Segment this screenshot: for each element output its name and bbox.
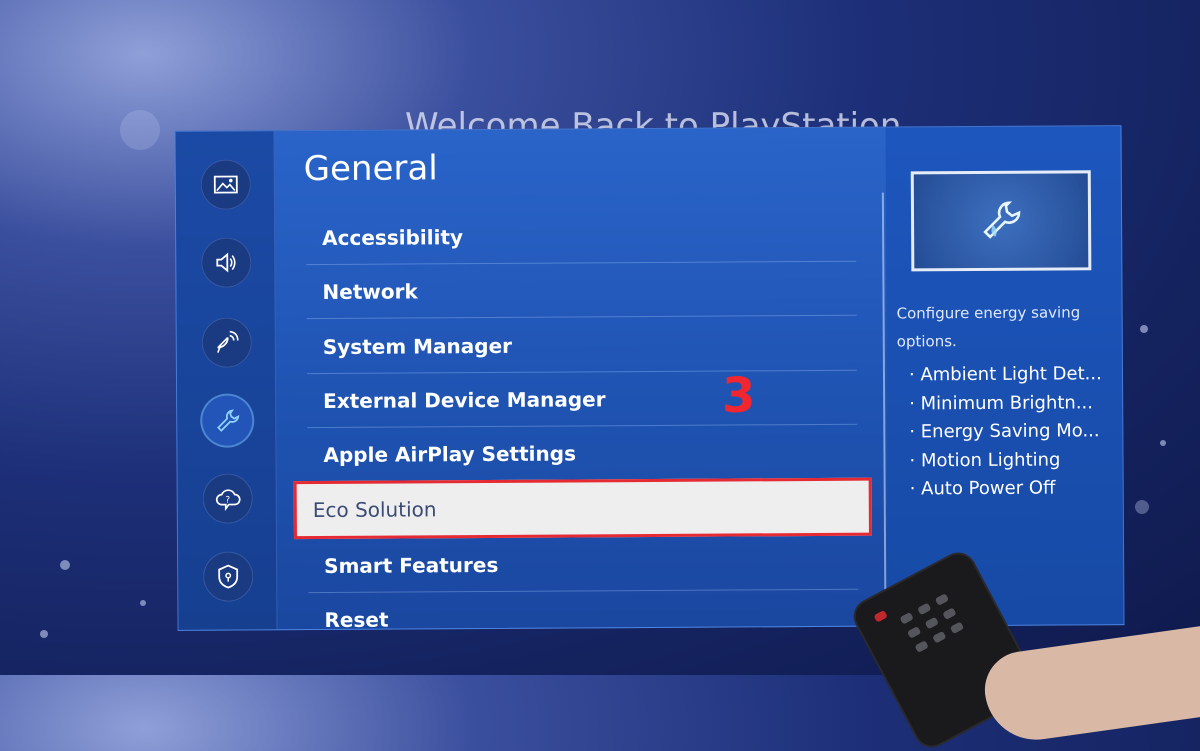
remote-power-button: [873, 610, 887, 623]
detail-option: · Auto Power Off: [910, 474, 1120, 504]
detail-description: Configure energy saving options.: [897, 298, 1112, 355]
menu-title: General: [304, 148, 438, 189]
menu-item-network[interactable]: Network: [306, 262, 856, 319]
remote-button: [942, 607, 956, 620]
sparkle: [1140, 325, 1148, 333]
menu-item-eco-solution[interactable]: Eco Solution: [294, 478, 872, 540]
sidebar-item-sound[interactable]: [201, 237, 251, 287]
menu-item-smart-features[interactable]: Smart Features: [308, 536, 858, 593]
sparkle: [40, 630, 48, 638]
eco-wrench-icon: [973, 193, 1029, 249]
menu-item-reset[interactable]: Reset: [308, 590, 858, 631]
svg-text:?: ?: [225, 496, 230, 506]
picture-icon: [211, 169, 241, 199]
remote-button: [950, 621, 964, 634]
detail-pane: Configure energy saving options. · Ambie…: [885, 126, 1123, 625]
menu-item-accessibility[interactable]: Accessibility: [306, 208, 856, 265]
detail-option: · Motion Lighting: [909, 446, 1119, 476]
detail-option: · Energy Saving Mo...: [909, 417, 1119, 447]
sidebar-item-support[interactable]: ?: [203, 473, 253, 523]
menu-item-system-manager[interactable]: System Manager: [307, 317, 857, 374]
detail-options-list: · Ambient Light Det... · Minimum Brightn…: [909, 360, 1120, 504]
eco-preview-image: [911, 170, 1092, 271]
sidebar-item-general[interactable]: [202, 395, 252, 445]
sidebar-item-privacy[interactable]: [203, 551, 253, 601]
remote-button: [925, 617, 939, 630]
remote-button: [917, 603, 931, 616]
remote-button: [932, 631, 946, 644]
remote-button: [899, 612, 913, 625]
satellite-dish-icon: [212, 327, 242, 357]
shield-lock-icon: [213, 561, 243, 591]
sparkle: [1160, 440, 1166, 446]
wrench-icon: [212, 405, 242, 435]
sparkle: [140, 600, 146, 606]
sparkle: [1135, 500, 1149, 514]
menu-item-external-device-manager[interactable]: External Device Manager: [307, 371, 857, 428]
remote-button: [907, 626, 921, 639]
speaker-icon: [211, 247, 241, 277]
cloud-help-icon: ?: [213, 483, 243, 513]
sidebar-item-picture[interactable]: [201, 159, 251, 209]
menu-item-apple-airplay-settings[interactable]: Apple AirPlay Settings: [307, 425, 857, 482]
sidebar-item-broadcasting[interactable]: [202, 317, 252, 367]
remote-button: [914, 640, 928, 653]
sparkle: [60, 560, 70, 570]
detail-option: · Ambient Light Det...: [909, 360, 1119, 390]
settings-icon-bar: ?: [175, 131, 277, 630]
light-glare: [120, 110, 160, 150]
step-annotation: 3: [722, 368, 755, 424]
remote-button: [935, 593, 949, 606]
settings-panel: ? General Accessibility Network System M…: [174, 125, 1124, 631]
detail-option: · Minimum Brightn...: [909, 389, 1119, 419]
